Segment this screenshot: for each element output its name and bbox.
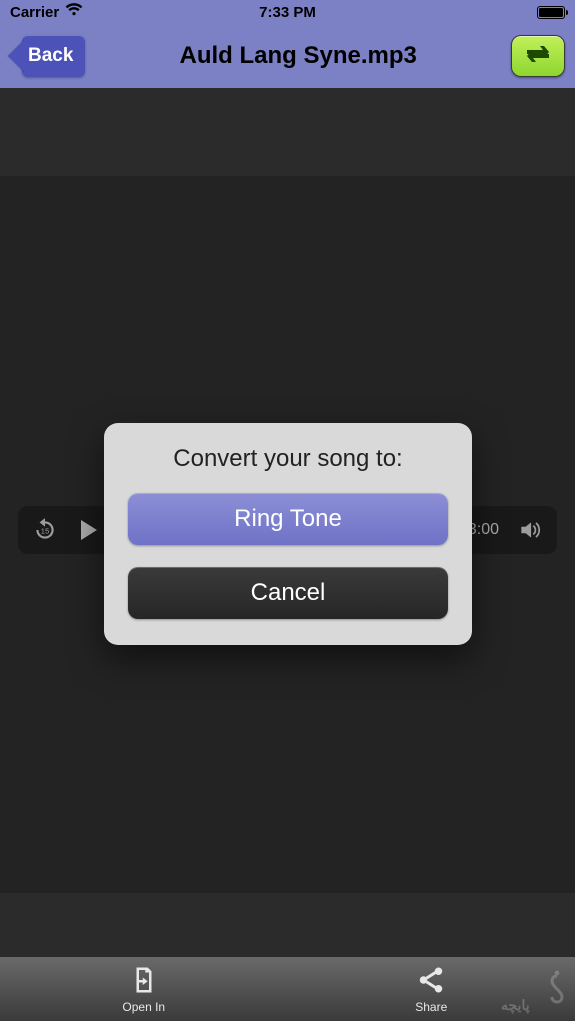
wifi-icon <box>65 3 83 21</box>
dialog-title: Convert your song to: <box>128 445 448 473</box>
svg-text:پایچه: پایچه <box>501 997 530 1014</box>
share-icon <box>416 965 446 998</box>
convert-button[interactable] <box>511 35 565 77</box>
player-area: 15 15 -3:00 Convert your song to: Ring T… <box>0 88 575 957</box>
battery-icon <box>537 6 565 19</box>
back-button[interactable]: Back <box>22 35 85 77</box>
back-label: Back <box>28 45 73 67</box>
cancel-button[interactable]: Cancel <box>128 567 448 619</box>
page-title: Auld Lang Syne.mp3 <box>85 42 511 70</box>
bottom-toolbar: Open In Share پایچه <box>0 957 575 1021</box>
watermark-icon: پایچه <box>499 970 569 1017</box>
ringtone-button[interactable]: Ring Tone <box>128 493 448 545</box>
swap-arrows-icon <box>523 43 553 70</box>
status-bar: Carrier 7:33 PM <box>0 0 575 24</box>
clock: 7:33 PM <box>0 4 575 21</box>
open-in-button[interactable]: Open In <box>0 965 288 1014</box>
carrier-label: Carrier <box>10 4 59 21</box>
open-in-icon <box>129 965 159 998</box>
open-in-label: Open In <box>122 1000 165 1014</box>
share-label: Share <box>415 1000 447 1014</box>
convert-dialog: Convert your song to: Ring Tone Cancel <box>104 423 472 645</box>
nav-bar: Back Auld Lang Syne.mp3 <box>0 24 575 88</box>
